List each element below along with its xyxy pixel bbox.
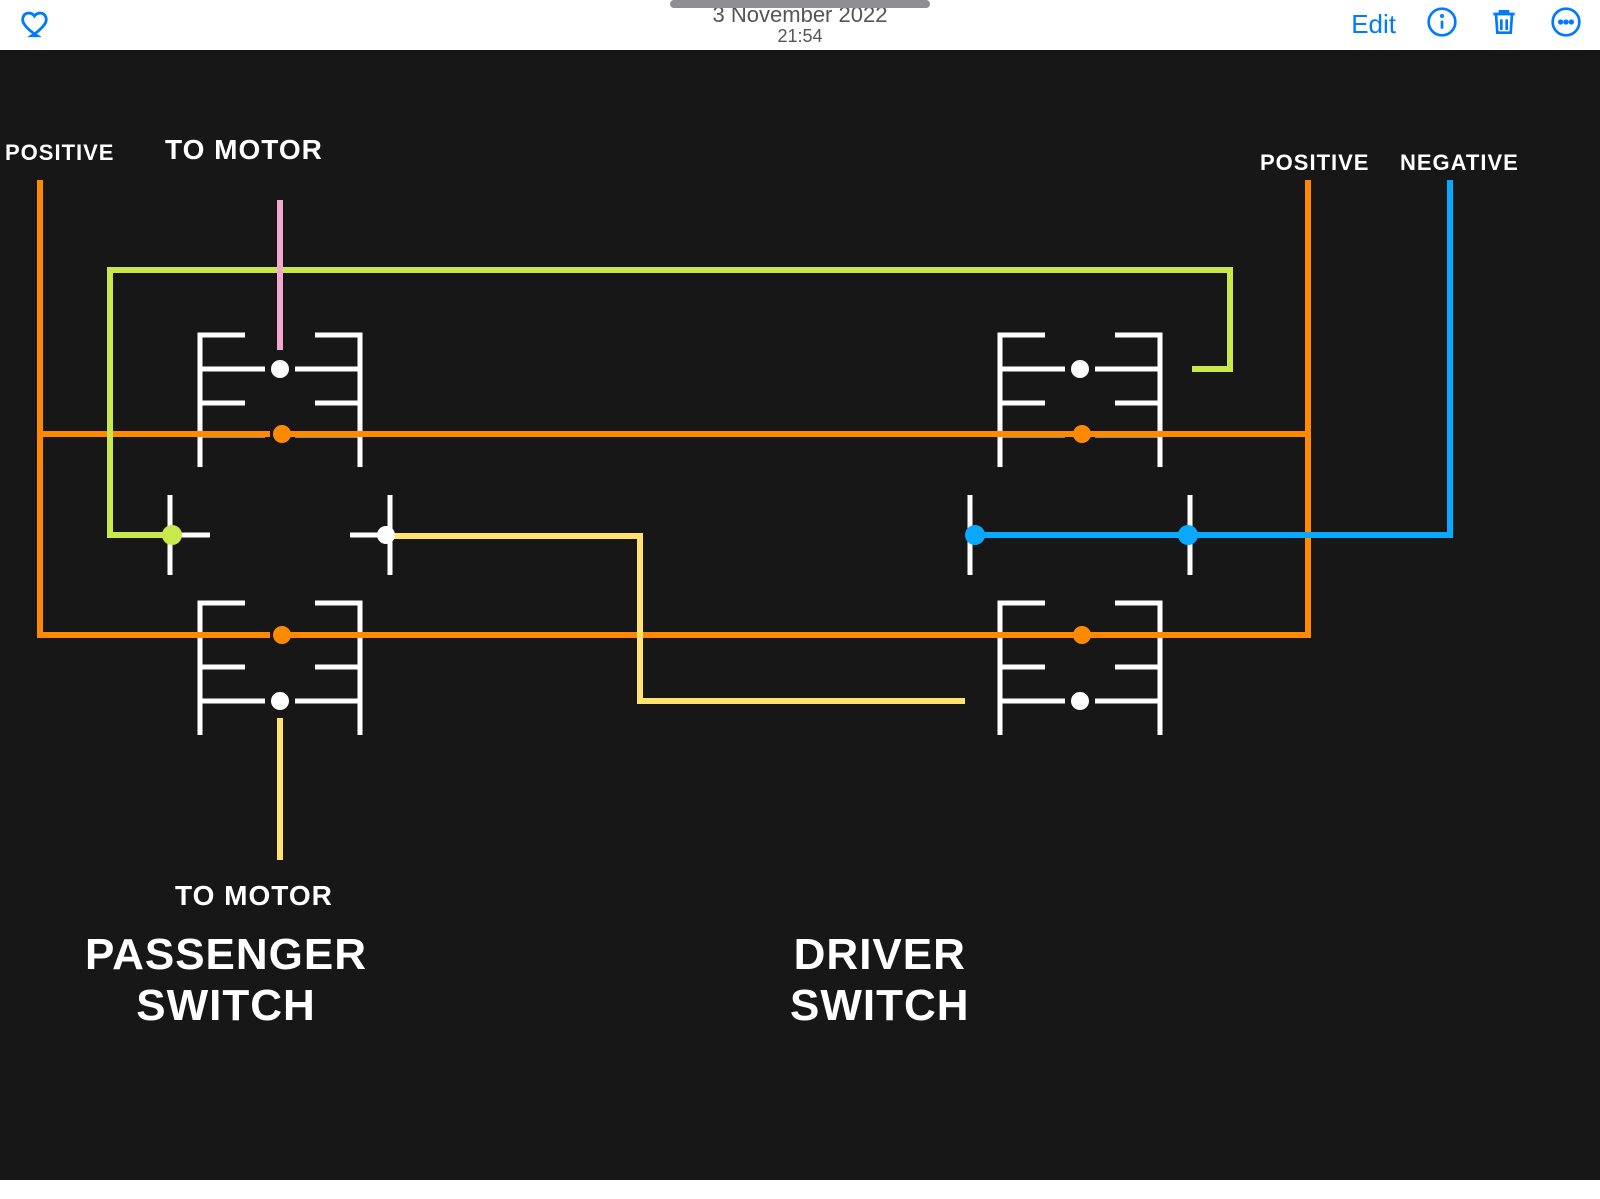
time-text: 21:54 [713,27,888,47]
info-button[interactable] [1426,6,1458,43]
more-button[interactable] [1550,6,1582,43]
delete-button[interactable] [1488,6,1520,43]
wiring-diagram: POSITIVE TO MOTOR POSITIVE NEGATIVE TO M… [0,50,1600,1180]
heart-icon [20,6,54,40]
handle-pill[interactable] [670,0,930,8]
wire-positive-orange [40,180,1308,635]
wire-link-yellow [392,536,965,701]
favorite-button[interactable] [20,6,54,45]
wire-negative-blue [970,180,1450,535]
toolbar: 3 November 2022 21:54 Edit [0,0,1600,50]
terminals-yellowgreen [162,525,182,545]
diagram-svg [0,50,1600,1180]
info-icon [1426,6,1458,38]
trash-icon [1488,6,1520,38]
photo-date: 3 November 2022 21:54 [713,3,888,47]
passenger-switch-body [170,335,390,735]
edit-button[interactable]: Edit [1351,9,1396,40]
ellipsis-icon [1550,6,1582,38]
